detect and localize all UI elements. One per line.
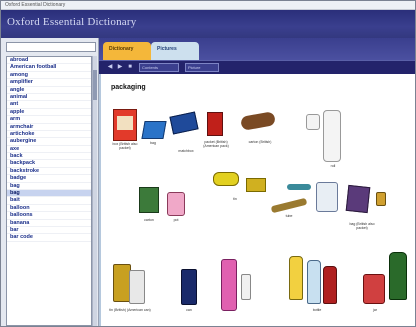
list-item[interactable]: back bbox=[7, 153, 91, 161]
title-bar: Oxford Essential Dictionary bbox=[1, 1, 415, 10]
sidebar: abroad American football among amplifier ang… bbox=[1, 38, 99, 326]
list-item[interactable]: apple bbox=[7, 109, 91, 117]
list-item[interactable]: bait bbox=[7, 197, 91, 205]
tin-image bbox=[213, 172, 239, 186]
carton2-label: carton bbox=[144, 218, 154, 222]
jar2-image bbox=[363, 274, 385, 304]
list-item[interactable]: backpack bbox=[7, 160, 91, 168]
bag-label: bag bbox=[150, 141, 156, 145]
jar3-image bbox=[389, 252, 407, 300]
tube-image bbox=[270, 197, 308, 214]
list-item[interactable]: balloons bbox=[7, 212, 91, 220]
toolbar: ◀ ▶ ■ Contents Picture bbox=[99, 60, 415, 74]
list-item[interactable]: axe bbox=[7, 146, 91, 154]
tab-pictures[interactable]: Pictures bbox=[151, 42, 199, 60]
list-item[interactable]: aubergine bbox=[7, 138, 91, 146]
list-item[interactable]: among bbox=[7, 72, 91, 80]
list-item[interactable]: bar code bbox=[7, 234, 91, 242]
list-item[interactable]: armchair bbox=[7, 124, 91, 131]
jar-image bbox=[316, 182, 338, 212]
carton-label: carton (British) bbox=[248, 140, 272, 144]
tab-dictionary[interactable]: Dictionary bbox=[103, 42, 151, 60]
page-heading: packaging bbox=[111, 84, 146, 91]
roll-image-2 bbox=[323, 110, 341, 162]
tab-bar: Dictionary Pictures bbox=[99, 38, 415, 60]
box-label: box (British also packet) bbox=[112, 142, 138, 150]
list-item[interactable]: arm bbox=[7, 116, 91, 124]
tin-image-2 bbox=[246, 178, 266, 192]
back-icon[interactable]: ◀ bbox=[107, 64, 113, 71]
bottle-image-3 bbox=[323, 266, 337, 304]
list-item[interactable]: animal bbox=[7, 94, 91, 102]
picture-button[interactable]: Picture bbox=[185, 63, 219, 72]
bottle-label: bottle bbox=[312, 308, 322, 312]
search-input[interactable] bbox=[6, 42, 96, 52]
list-item[interactable]: bag bbox=[7, 183, 91, 191]
list-item[interactable]: angle bbox=[7, 87, 91, 94]
pot-label: pot bbox=[173, 218, 179, 222]
can2-image bbox=[181, 269, 197, 305]
spray-can-image-2 bbox=[241, 274, 251, 300]
pot-image bbox=[167, 192, 185, 216]
carton2-image bbox=[139, 187, 159, 213]
packet-image bbox=[207, 112, 223, 136]
list-item[interactable]: banana bbox=[7, 220, 91, 227]
word-list: abroad American football among amplifier ang… bbox=[6, 56, 92, 326]
spray-can-image bbox=[221, 259, 237, 311]
roll-label: roll bbox=[330, 164, 336, 168]
list-item[interactable]: abroad bbox=[7, 57, 91, 65]
app-name: Oxford Essential Dictionary bbox=[7, 16, 137, 28]
tin-label: tin bbox=[233, 197, 237, 201]
bottle-image-1 bbox=[289, 256, 303, 300]
can-label: tin (British) (American can) bbox=[109, 308, 151, 312]
matchbox-image bbox=[169, 111, 199, 135]
forward-icon[interactable]: ▶ bbox=[117, 64, 123, 71]
list-item[interactable]: backstroke bbox=[7, 168, 91, 176]
bag2-image bbox=[345, 184, 371, 214]
roll-image-1 bbox=[306, 114, 320, 130]
app-header: Oxford Essential Dictionary bbox=[1, 10, 415, 38]
list-item[interactable]: bag bbox=[7, 190, 91, 198]
list-item[interactable]: balloon bbox=[7, 205, 91, 213]
list-item[interactable]: American football bbox=[7, 64, 91, 72]
print-icon[interactable]: ■ bbox=[127, 64, 133, 71]
small-bottle-image bbox=[376, 192, 386, 206]
title-bar-text: Oxford Essential Dictionary bbox=[5, 2, 66, 8]
bottle-image-2 bbox=[307, 260, 321, 304]
word-list-scrollbar[interactable] bbox=[92, 56, 97, 326]
tube-image-2 bbox=[287, 184, 311, 190]
list-item[interactable]: artichoke bbox=[7, 131, 91, 139]
packet-label: packet (British) (American pack) bbox=[203, 140, 229, 148]
tube-label: tube bbox=[285, 214, 293, 218]
list-item[interactable]: bar bbox=[7, 227, 91, 235]
can-image-2 bbox=[129, 270, 145, 304]
box-image bbox=[113, 109, 137, 141]
jar-label: jar bbox=[373, 308, 377, 312]
can2-label: can bbox=[186, 308, 192, 312]
list-item[interactable]: amplifier bbox=[7, 79, 91, 87]
carton-image bbox=[240, 111, 276, 131]
app-window: Oxford Essential Dictionary Oxford Essen… bbox=[0, 0, 416, 327]
bag2-label: bag (British also packet) bbox=[349, 222, 375, 230]
scrollbar-thumb[interactable] bbox=[93, 70, 97, 100]
list-item[interactable]: ant bbox=[7, 101, 91, 109]
bag-image bbox=[141, 121, 167, 139]
picture-panel: packaging box (British also packet) bag … bbox=[99, 74, 415, 326]
contents-button[interactable]: Contents bbox=[139, 63, 179, 72]
list-item[interactable]: badge bbox=[7, 175, 91, 183]
matchbox-label: matchbox bbox=[178, 149, 194, 153]
